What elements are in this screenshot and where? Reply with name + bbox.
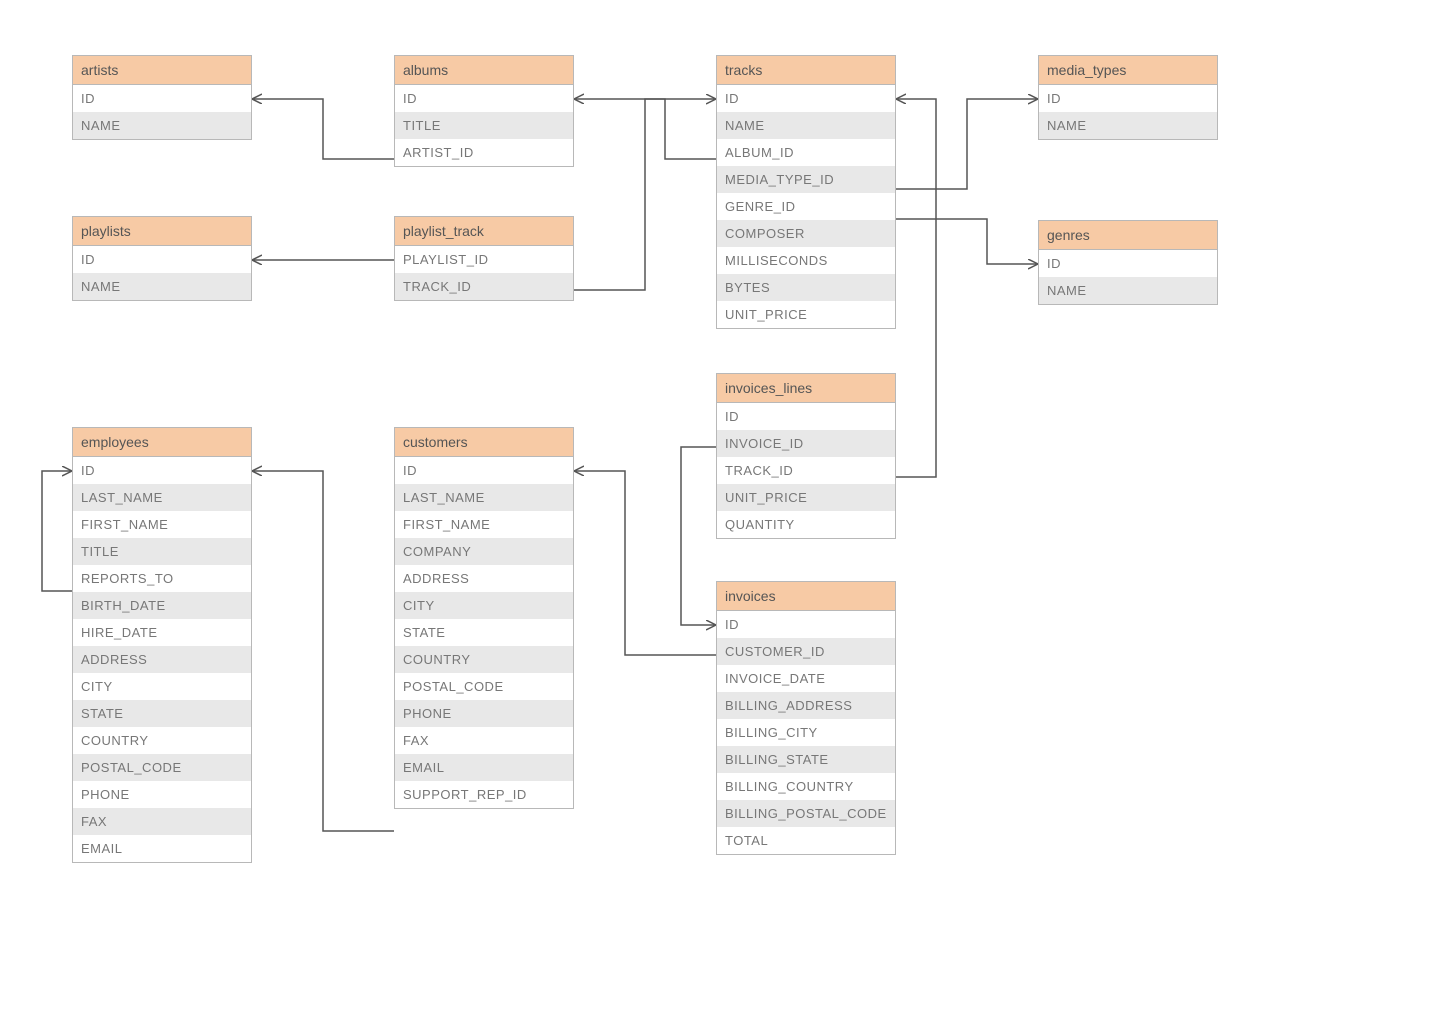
table-field: FAX [395, 727, 573, 754]
table-field: NAME [73, 273, 251, 300]
table-field: BILLING_COUNTRY [717, 773, 895, 800]
table-field: CUSTOMER_ID [717, 638, 895, 665]
table-field: BIRTH_DATE [73, 592, 251, 619]
table-playlist_track[interactable]: playlist_trackPLAYLIST_IDTRACK_ID [394, 216, 574, 301]
table-field: MILLISECONDS [717, 247, 895, 274]
table-field: TITLE [395, 112, 573, 139]
relationship-connector [896, 219, 1038, 264]
table-field: LAST_NAME [395, 484, 573, 511]
table-artists[interactable]: artistsIDNAME [72, 55, 252, 140]
table-header: playlist_track [395, 217, 573, 246]
table-field: TITLE [73, 538, 251, 565]
table-customers[interactable]: customersIDLAST_NAMEFIRST_NAMECOMPANYADD… [394, 427, 574, 809]
table-field: NAME [73, 112, 251, 139]
table-header: albums [395, 56, 573, 85]
relationship-connector [574, 471, 716, 655]
table-header: artists [73, 56, 251, 85]
table-header: tracks [717, 56, 895, 85]
table-field: ID [1039, 85, 1217, 112]
table-field: ID [73, 246, 251, 273]
table-field: UNIT_PRICE [717, 301, 895, 328]
table-tracks[interactable]: tracksIDNAMEALBUM_IDMEDIA_TYPE_IDGENRE_I… [716, 55, 896, 329]
table-field: EMAIL [73, 835, 251, 862]
table-header: genres [1039, 221, 1217, 250]
relationship-connector [681, 447, 716, 625]
table-field: FIRST_NAME [73, 511, 251, 538]
relationship-connector [252, 99, 394, 159]
table-field: MEDIA_TYPE_ID [717, 166, 895, 193]
table-field: ID [717, 85, 895, 112]
table-field: STATE [395, 619, 573, 646]
table-invoices[interactable]: invoicesIDCUSTOMER_IDINVOICE_DATEBILLING… [716, 581, 896, 855]
table-header: playlists [73, 217, 251, 246]
table-field: GENRE_ID [717, 193, 895, 220]
table-field: UNIT_PRICE [717, 484, 895, 511]
table-field: ALBUM_ID [717, 139, 895, 166]
table-field: COMPOSER [717, 220, 895, 247]
table-field: LAST_NAME [73, 484, 251, 511]
table-field: BILLING_POSTAL_CODE [717, 800, 895, 827]
table-field: PHONE [395, 700, 573, 727]
table-field: SUPPORT_REP_ID [395, 781, 573, 808]
table-field: FIRST_NAME [395, 511, 573, 538]
table-field: QUANTITY [717, 511, 895, 538]
table-field: COUNTRY [73, 727, 251, 754]
relationship-connector [896, 99, 1038, 189]
table-field: COMPANY [395, 538, 573, 565]
table-field: NAME [1039, 112, 1217, 139]
table-field: PLAYLIST_ID [395, 246, 573, 273]
table-header: employees [73, 428, 251, 457]
table-playlists[interactable]: playlistsIDNAME [72, 216, 252, 301]
table-field: TRACK_ID [395, 273, 573, 300]
table-field: NAME [717, 112, 895, 139]
table-field: EMAIL [395, 754, 573, 781]
table-field: POSTAL_CODE [395, 673, 573, 700]
table-field: HIRE_DATE [73, 619, 251, 646]
table-field: ID [717, 403, 895, 430]
table-field: ID [717, 611, 895, 638]
table-field: ID [1039, 250, 1217, 277]
table-field: NAME [1039, 277, 1217, 304]
table-field: STATE [73, 700, 251, 727]
table-field: INVOICE_DATE [717, 665, 895, 692]
table-header: media_types [1039, 56, 1217, 85]
relationship-connector [574, 99, 716, 290]
table-header: invoices [717, 582, 895, 611]
table-field: ADDRESS [73, 646, 251, 673]
relationship-connector [896, 99, 936, 477]
table-field: ID [395, 457, 573, 484]
table-media_types[interactable]: media_typesIDNAME [1038, 55, 1218, 140]
table-field: BYTES [717, 274, 895, 301]
table-genres[interactable]: genresIDNAME [1038, 220, 1218, 305]
table-header: invoices_lines [717, 374, 895, 403]
table-field: TRACK_ID [717, 457, 895, 484]
table-albums[interactable]: albumsIDTITLEARTIST_ID [394, 55, 574, 167]
table-field: TOTAL [717, 827, 895, 854]
relationship-connector [252, 471, 394, 831]
table-field: BILLING_CITY [717, 719, 895, 746]
table-field: ADDRESS [395, 565, 573, 592]
er-diagram-canvas: artistsIDNAMEalbumsIDTITLEARTIST_IDtrack… [0, 0, 1432, 1034]
table-field: CITY [395, 592, 573, 619]
table-invoices_lines[interactable]: invoices_linesIDINVOICE_IDTRACK_IDUNIT_P… [716, 373, 896, 539]
table-field: ID [73, 85, 251, 112]
table-field: COUNTRY [395, 646, 573, 673]
table-field: ID [73, 457, 251, 484]
table-field: ID [395, 85, 573, 112]
table-field: CITY [73, 673, 251, 700]
table-field: BILLING_ADDRESS [717, 692, 895, 719]
table-employees[interactable]: employeesIDLAST_NAMEFIRST_NAMETITLEREPOR… [72, 427, 252, 863]
relationship-connector [42, 471, 72, 591]
table-field: PHONE [73, 781, 251, 808]
table-header: customers [395, 428, 573, 457]
table-field: INVOICE_ID [717, 430, 895, 457]
relationship-connector [574, 99, 716, 159]
table-field: FAX [73, 808, 251, 835]
table-field: REPORTS_TO [73, 565, 251, 592]
table-field: ARTIST_ID [395, 139, 573, 166]
table-field: POSTAL_CODE [73, 754, 251, 781]
table-field: BILLING_STATE [717, 746, 895, 773]
